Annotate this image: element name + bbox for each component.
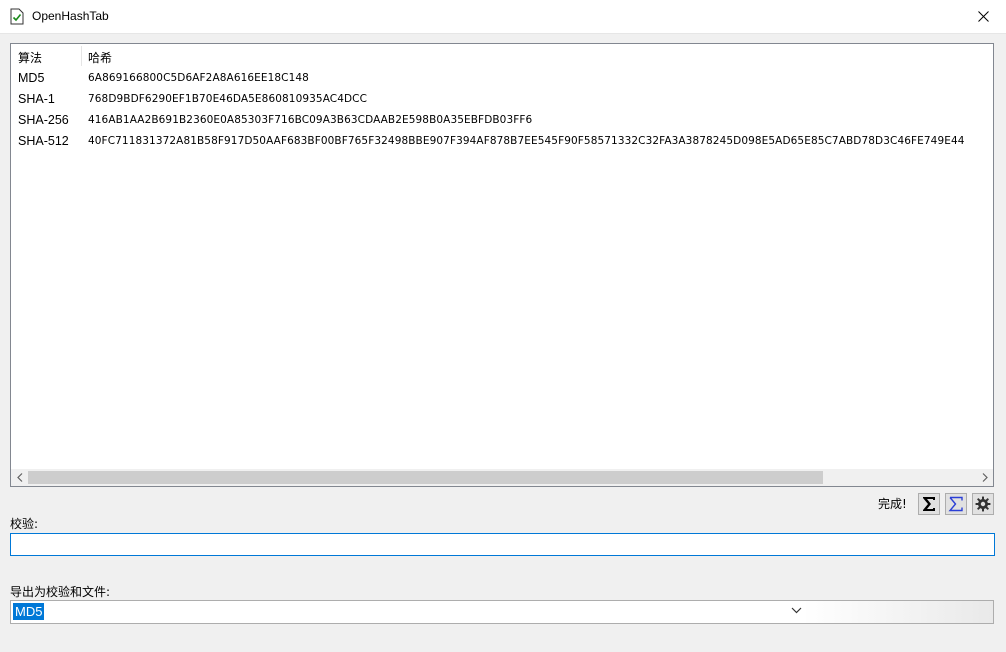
list-header: 算法 哈希 bbox=[11, 44, 993, 67]
hash-list[interactable]: 算法 哈希 MD5 6A869166800C5D6AF2A8A616EE18C1… bbox=[10, 43, 994, 487]
scroll-left-button[interactable] bbox=[11, 469, 28, 486]
window-title: OpenHashTab bbox=[32, 9, 109, 23]
row-hash: 6A869166800C5D6AF2A8A616EE18C148 bbox=[88, 72, 309, 84]
row-hash: 40FC711831372A81B58F917D50AAF683BF00BF76… bbox=[88, 135, 965, 147]
chevron-right-icon bbox=[982, 473, 988, 482]
row-hash: 768D9BDF6290EF1B70E46DA5E860810935AC4DCC bbox=[88, 93, 368, 105]
sigma-outline-icon bbox=[948, 496, 963, 512]
chevron-left-icon bbox=[16, 473, 22, 482]
check-input[interactable] bbox=[10, 533, 995, 556]
sigma-icon bbox=[923, 497, 935, 511]
list-row-sha1[interactable]: SHA-1 768D9BDF6290EF1B70E46DA5E860810935… bbox=[11, 89, 993, 110]
combo-fade bbox=[803, 601, 993, 623]
scrollbar-thumb[interactable] bbox=[28, 471, 823, 484]
list-row-sha512[interactable]: SHA-512 40FC711831372A81B58F917D50AAF683… bbox=[11, 131, 993, 152]
sum-button[interactable] bbox=[918, 493, 940, 515]
column-header-algorithm[interactable]: 算法 bbox=[18, 49, 42, 66]
title-bar: OpenHashTab bbox=[0, 0, 1006, 34]
gear-icon bbox=[975, 496, 991, 512]
app-icon bbox=[10, 8, 24, 25]
close-icon bbox=[977, 11, 989, 22]
column-header-hash[interactable]: 哈希 bbox=[88, 49, 112, 66]
export-label: 导出为校验和文件: bbox=[10, 585, 111, 599]
settings-button[interactable] bbox=[972, 493, 994, 515]
row-algorithm: MD5 bbox=[18, 71, 45, 85]
row-algorithm: SHA-512 bbox=[18, 134, 69, 148]
chevron-down-icon bbox=[791, 607, 802, 614]
column-divider[interactable] bbox=[81, 46, 82, 66]
sum-outline-button[interactable] bbox=[945, 493, 967, 515]
row-hash: 416AB1AA2B691B2360E0A85303F716BC09A3B63C… bbox=[88, 114, 533, 126]
scroll-right-button[interactable] bbox=[976, 469, 993, 486]
close-button[interactable] bbox=[960, 0, 1006, 33]
row-algorithm: SHA-1 bbox=[18, 92, 55, 106]
list-row-sha256[interactable]: SHA-256 416AB1AA2B691B2360E0A85303F716BC… bbox=[11, 110, 993, 131]
export-format-value: MD5 bbox=[13, 603, 45, 620]
row-algorithm: SHA-256 bbox=[18, 113, 69, 127]
check-label: 校验: bbox=[10, 517, 39, 531]
export-format-select[interactable]: MD5 bbox=[10, 600, 994, 624]
status-text: 完成! bbox=[878, 497, 907, 511]
horizontal-scrollbar[interactable] bbox=[11, 469, 993, 486]
list-row-md5[interactable]: MD5 6A869166800C5D6AF2A8A616EE18C148 bbox=[11, 68, 993, 89]
